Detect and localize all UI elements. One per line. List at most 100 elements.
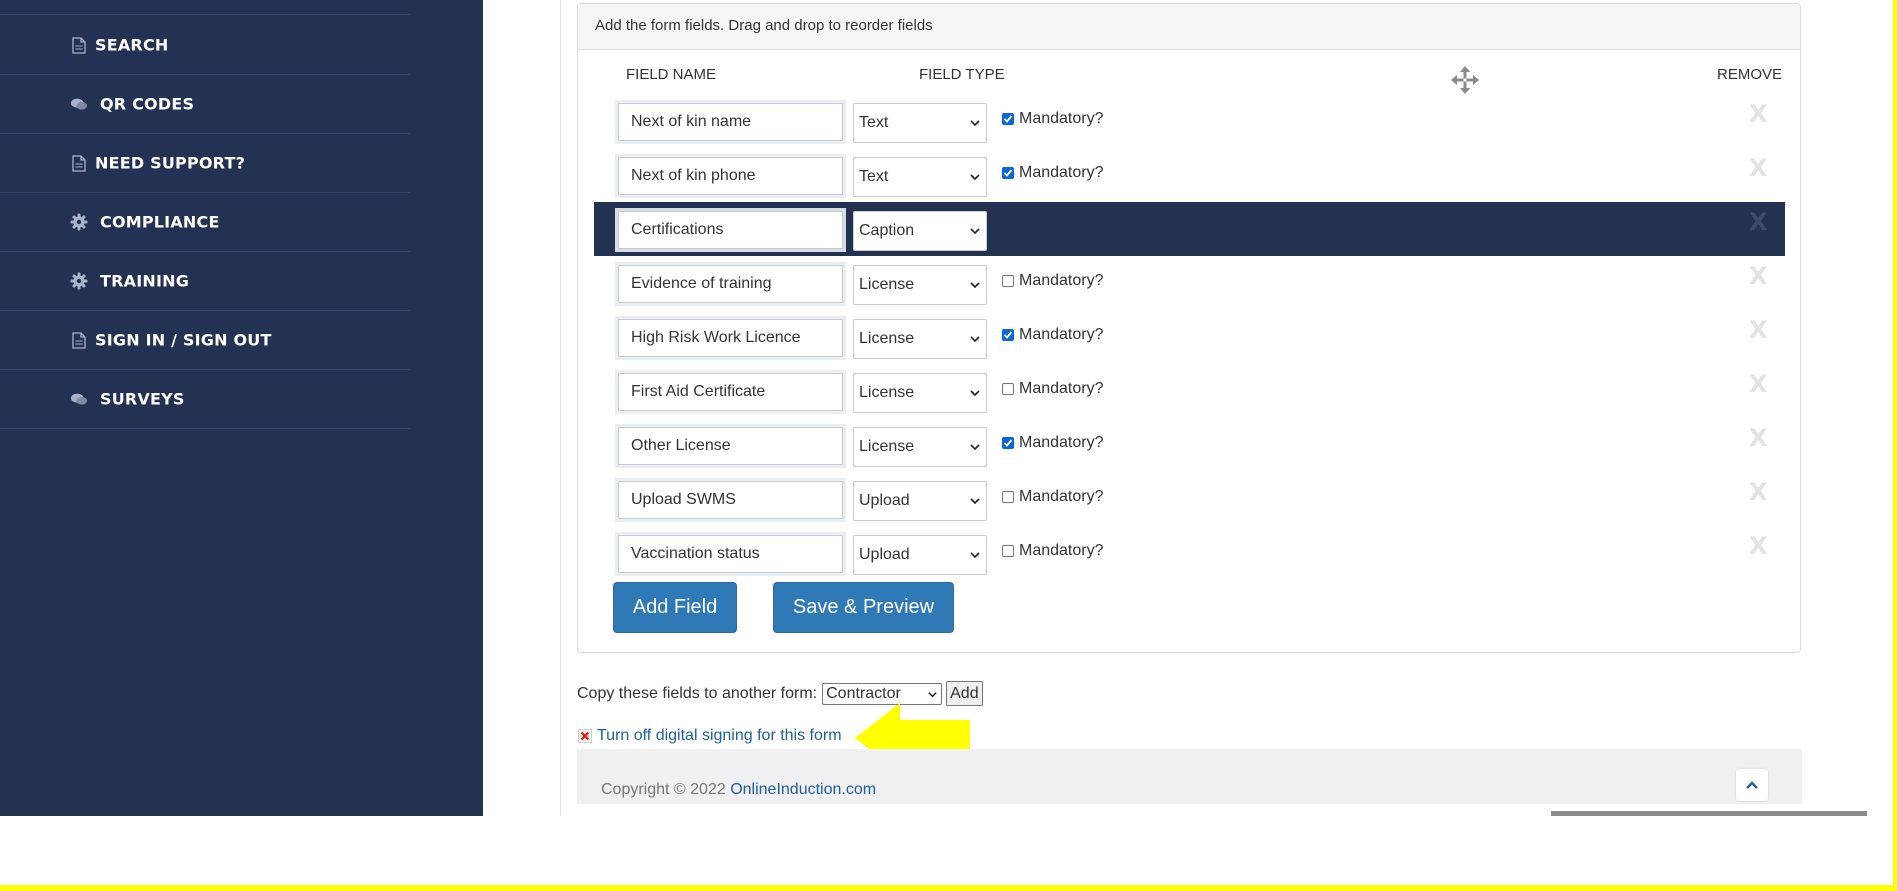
sidebar-item-training[interactable]: TRAINING — [0, 252, 410, 311]
form-field-row[interactable]: Upload SWMS Upload Mandatory? X — [594, 472, 1785, 526]
field-type-select[interactable]: Text — [853, 103, 987, 143]
remove-field-button[interactable]: X — [1749, 208, 1768, 236]
field-name-input[interactable]: Certifications — [618, 211, 843, 249]
sidebar-item-label: SIGN IN / SIGN OUT — [95, 330, 272, 350]
turn-off-digital-signing-link[interactable]: Turn off digital signing for this form — [578, 727, 842, 745]
field-type-value: Caption — [859, 222, 915, 239]
mandatory-toggle[interactable]: Mandatory? — [1002, 326, 1104, 344]
field-type-select[interactable]: License — [853, 373, 987, 413]
form-field-row[interactable]: Vaccination status Upload Mandatory? X — [594, 526, 1785, 580]
field-type-select[interactable]: License — [853, 427, 987, 467]
remove-field-button[interactable]: X — [1749, 370, 1768, 398]
field-name-input[interactable]: Next of kin name — [618, 103, 843, 141]
mandatory-toggle[interactable]: Mandatory? — [1002, 272, 1104, 290]
sidebar-item-search[interactable]: SEARCH — [0, 16, 410, 75]
form-field-row[interactable]: High Risk Work Licence License Mandatory? X — [594, 310, 1785, 364]
remove-field-button[interactable]: X — [1749, 154, 1768, 182]
check-icon — [1003, 331, 1013, 339]
field-name-input[interactable]: First Aid Certificate — [618, 373, 843, 411]
field-type-select[interactable]: License — [853, 265, 987, 305]
mandatory-toggle[interactable]: Mandatory? — [1002, 380, 1104, 398]
sidebar-item-label: NEED SUPPORT? — [95, 153, 246, 173]
chevron-down-icon — [970, 444, 980, 451]
mandatory-label: Mandatory? — [1019, 272, 1104, 289]
field-name-input[interactable]: Next of kin phone — [618, 157, 843, 195]
sidebar-item-qr-codes[interactable]: QR CODES — [0, 75, 410, 134]
mandatory-toggle[interactable]: Mandatory? — [1002, 542, 1104, 560]
copy-target-value: Contractor — [826, 684, 901, 702]
chevron-down-icon — [970, 174, 980, 181]
check-icon — [1003, 169, 1013, 177]
remove-field-button[interactable]: X — [1749, 100, 1768, 128]
scroll-to-top-button[interactable] — [1736, 769, 1768, 801]
form-field-row[interactable]: Other License License Mandatory? X — [594, 418, 1785, 472]
field-name-input[interactable]: Other License — [618, 427, 843, 465]
mandatory-label: Mandatory? — [1019, 434, 1104, 451]
mandatory-toggle[interactable]: Mandatory? — [1002, 488, 1104, 506]
horizontal-scrollbar[interactable] — [1551, 811, 1867, 816]
document-icon — [70, 154, 88, 172]
field-type-value: License — [859, 330, 915, 347]
chevron-down-icon — [928, 691, 937, 697]
field-name-input[interactable]: High Risk Work Licence — [618, 319, 843, 357]
chevron-up-icon — [1746, 781, 1758, 789]
column-header-field-type: FIELD TYPE — [919, 66, 1005, 83]
field-type-select[interactable]: Caption — [853, 211, 987, 251]
form-field-row[interactable]: Next of kin name Text Mandatory? X — [594, 94, 1785, 148]
field-type-select[interactable]: Text — [853, 157, 987, 197]
mandatory-toggle[interactable]: Mandatory? — [1002, 164, 1104, 182]
drag-move-icon[interactable] — [1450, 65, 1480, 95]
sidebar-item-need-support[interactable]: NEED SUPPORT? — [0, 134, 410, 193]
mandatory-toggle[interactable]: Mandatory? — [1002, 110, 1104, 128]
mandatory-label: Mandatory? — [1019, 380, 1104, 397]
mandatory-checkbox[interactable] — [1002, 491, 1014, 503]
remove-field-button[interactable]: X — [1749, 478, 1768, 506]
add-field-button[interactable]: Add Field — [613, 582, 737, 633]
field-type-select[interactable]: License — [853, 319, 987, 359]
form-field-row[interactable]: Certifications Caption X — [594, 202, 1785, 256]
remove-field-button[interactable]: X — [1749, 316, 1768, 344]
page-footer: Copyright © 2022 OnlineInduction.com — [577, 749, 1802, 804]
chevron-down-icon — [970, 498, 980, 505]
document-icon — [70, 36, 88, 54]
mandatory-checkbox[interactable] — [1002, 545, 1014, 557]
mandatory-checkbox[interactable] — [1002, 113, 1014, 125]
panel-heading: Add the form fields. Drag and drop to re… — [578, 4, 1800, 50]
mandatory-checkbox[interactable] — [1002, 383, 1014, 395]
mandatory-checkbox[interactable] — [1002, 329, 1014, 341]
sidebar-item-label: QR CODES — [100, 94, 195, 114]
remove-field-button[interactable]: X — [1749, 532, 1768, 560]
mandatory-checkbox[interactable] — [1002, 437, 1014, 449]
highlight-frame-bottom — [0, 885, 1897, 891]
form-field-row[interactable]: Evidence of training License Mandatory? X — [594, 256, 1785, 310]
chevron-down-icon — [970, 120, 980, 127]
column-header-field-name: FIELD NAME — [626, 66, 717, 83]
field-name-input[interactable]: Vaccination status — [618, 535, 843, 573]
site-link[interactable]: OnlineInduction.com — [730, 781, 876, 798]
sidebar-item-sign-in-sign-out[interactable]: SIGN IN / SIGN OUT — [0, 311, 410, 370]
form-field-row[interactable]: First Aid Certificate License Mandatory? X — [594, 364, 1785, 418]
mandatory-checkbox[interactable] — [1002, 167, 1014, 179]
field-name-input[interactable]: Upload SWMS — [618, 481, 843, 519]
mandatory-toggle[interactable]: Mandatory? — [1002, 434, 1104, 452]
mandatory-checkbox[interactable] — [1002, 275, 1014, 287]
form-field-row[interactable]: Next of kin phone Text Mandatory? X — [594, 148, 1785, 202]
field-name-input[interactable]: Evidence of training — [618, 265, 843, 303]
copy-target-select[interactable]: Contractor — [822, 682, 943, 705]
sidebar-item-surveys[interactable]: SURVEYS — [0, 370, 410, 429]
field-type-value: License — [859, 384, 915, 401]
gear-icon — [70, 213, 88, 231]
chat-icon — [70, 390, 88, 408]
sidebar-item-label: SEARCH — [95, 35, 169, 55]
gear-icon — [70, 272, 88, 290]
field-type-select[interactable]: Upload — [853, 481, 987, 521]
remove-field-button[interactable]: X — [1749, 424, 1768, 452]
sidebar-item-compliance[interactable]: COMPLIANCE — [0, 193, 410, 252]
highlight-frame-right — [1893, 0, 1897, 891]
field-type-value: Upload — [859, 546, 910, 563]
field-type-select[interactable]: Upload — [853, 535, 987, 575]
remove-field-button[interactable]: X — [1749, 262, 1768, 290]
field-type-value: Upload — [859, 492, 910, 509]
digital-signing-link-text: Turn off digital signing for this form — [597, 727, 842, 744]
save-preview-button[interactable]: Save & Preview — [773, 582, 954, 633]
